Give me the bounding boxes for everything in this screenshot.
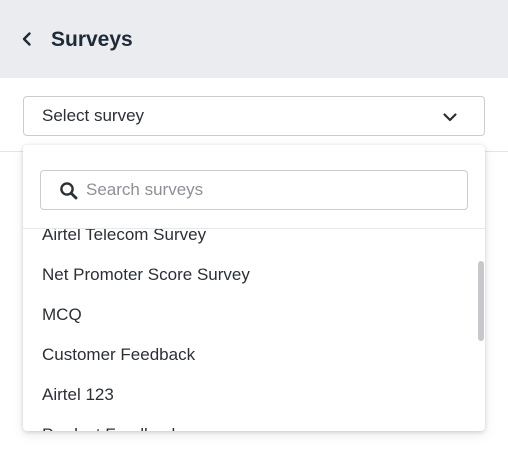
header-bar: Surveys bbox=[0, 0, 508, 78]
list-item[interactable]: Airtel Telecom Survey bbox=[23, 229, 475, 255]
page-title: Surveys bbox=[51, 28, 133, 51]
search-box bbox=[40, 170, 468, 210]
survey-list[interactable]: Airtel Telecom Survey Net Promoter Score… bbox=[23, 229, 475, 431]
list-item[interactable]: MCQ bbox=[23, 295, 475, 335]
back-button[interactable] bbox=[14, 26, 40, 52]
survey-select[interactable]: Select survey bbox=[23, 96, 485, 136]
search-input[interactable] bbox=[86, 171, 456, 209]
list-item[interactable]: Net Promoter Score Survey bbox=[23, 255, 475, 295]
list-item[interactable]: Product Feedback bbox=[23, 415, 475, 431]
survey-select-label: Select survey bbox=[42, 106, 145, 125]
survey-dropdown: Airtel Telecom Survey Net Promoter Score… bbox=[23, 145, 485, 431]
chevron-down-icon bbox=[443, 113, 457, 122]
chevron-left-icon bbox=[22, 32, 31, 46]
search-icon bbox=[60, 182, 78, 200]
list-item[interactable]: Airtel 123 bbox=[23, 375, 475, 415]
scrollbar-thumb[interactable] bbox=[478, 261, 484, 341]
list-item[interactable]: Customer Feedback bbox=[23, 335, 475, 375]
